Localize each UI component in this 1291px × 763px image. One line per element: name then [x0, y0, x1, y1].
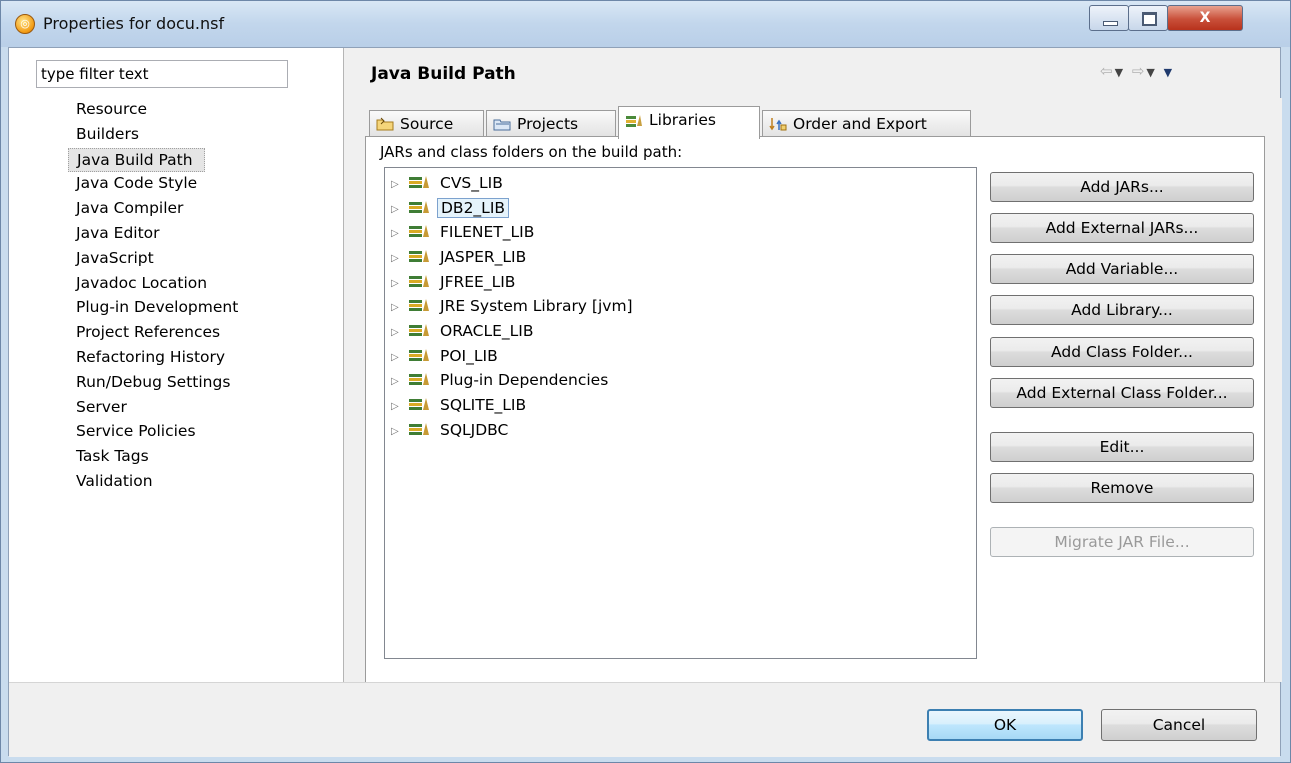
nav-item-java-compiler[interactable]: Java Compiler — [68, 197, 246, 222]
nav-item-javadoc-location[interactable]: Javadoc Location — [68, 272, 246, 297]
add-class-folder-button[interactable]: Add Class Folder... — [990, 337, 1254, 367]
tab-order-and-export[interactable]: Order and Export — [762, 110, 971, 138]
nav-item-builders[interactable]: Builders — [68, 123, 246, 148]
library-icon — [409, 299, 429, 311]
order-export-icon — [769, 118, 787, 131]
property-page-list: Resource Builders Java Build Path Java C… — [68, 98, 246, 495]
properties-dialog: ◎ Properties for docu.nsf X type filter … — [0, 0, 1291, 763]
tree-item-jre-system-library[interactable]: ▷ JRE System Library [jvm] — [391, 294, 636, 318]
expand-arrow-icon[interactable]: ▷ — [391, 247, 405, 271]
view-menu-icon[interactable]: ▼ — [1164, 66, 1174, 79]
tree-item-sqlite-lib[interactable]: ▷ SQLITE_LIB — [391, 393, 529, 417]
library-icon — [626, 115, 642, 127]
add-external-class-folder-button[interactable]: Add External Class Folder... — [990, 378, 1254, 408]
forward-arrow-icon[interactable]: ⇨ — [1132, 62, 1147, 80]
library-icon — [409, 225, 429, 237]
expand-arrow-icon[interactable]: ▷ — [391, 222, 405, 246]
tree-item-plugin-dependencies[interactable]: ▷ Plug-in Dependencies — [391, 368, 611, 392]
tab-projects[interactable]: Projects — [486, 110, 616, 138]
cancel-button[interactable]: Cancel — [1101, 709, 1257, 741]
library-icon — [409, 201, 429, 213]
back-dropdown-icon[interactable]: ▼ — [1115, 66, 1125, 79]
nav-item-plugin-development[interactable]: Plug-in Development — [68, 296, 246, 321]
nav-item-server[interactable]: Server — [68, 396, 246, 421]
nav-item-java-code-style[interactable]: Java Code Style — [68, 172, 246, 197]
title-bar[interactable]: ◎ Properties for docu.nsf X — [1, 1, 1290, 47]
tree-item-db2-lib[interactable]: ▷ DB2_LIB — [391, 196, 510, 222]
add-jars-button[interactable]: Add JARs... — [990, 172, 1254, 202]
tab-area: Source Projects Libraries Order and Expo… — [345, 98, 1282, 686]
tree-item-cvs-lib[interactable]: ▷ CVS_LIB — [391, 171, 506, 195]
property-page: Java Build Path ⇦▼ ⇨▼ ▼ Source Projects … — [345, 48, 1282, 686]
expand-arrow-icon[interactable]: ▷ — [391, 370, 405, 394]
library-icon — [409, 324, 429, 336]
close-icon: X — [1199, 10, 1211, 26]
expand-arrow-icon[interactable]: ▷ — [391, 395, 405, 419]
library-icon — [409, 176, 429, 188]
tree-item-jasper-lib[interactable]: ▷ JASPER_LIB — [391, 245, 529, 269]
expand-arrow-icon[interactable]: ▷ — [391, 296, 405, 320]
expand-arrow-icon[interactable]: ▷ — [391, 272, 405, 296]
page-title: Java Build Path — [371, 64, 516, 84]
expand-arrow-icon[interactable]: ▷ — [391, 198, 405, 222]
property-page-tree: type filter text Resource Builders Java … — [9, 48, 344, 682]
tree-item-oracle-lib[interactable]: ▷ ORACLE_LIB — [391, 319, 537, 343]
expand-arrow-icon[interactable]: ▷ — [391, 346, 405, 370]
tree-item-filenet-lib[interactable]: ▷ FILENET_LIB — [391, 220, 537, 244]
source-folder-icon — [376, 117, 394, 131]
migrate-jar-file-button[interactable]: Migrate JAR File... — [990, 527, 1254, 557]
nav-item-refactoring-history[interactable]: Refactoring History — [68, 346, 246, 371]
nav-item-java-editor[interactable]: Java Editor — [68, 222, 246, 247]
maximize-icon — [1142, 12, 1157, 26]
ok-button[interactable]: OK — [927, 709, 1083, 741]
nav-item-javascript[interactable]: JavaScript — [68, 247, 246, 272]
edit-button[interactable]: Edit... — [990, 432, 1254, 462]
tree-item-jfree-lib[interactable]: ▷ JFREE_LIB — [391, 270, 518, 294]
nav-item-validation[interactable]: Validation — [68, 470, 246, 495]
library-icon — [409, 275, 429, 287]
add-library-button[interactable]: Add Library... — [990, 295, 1254, 325]
nav-item-service-policies[interactable]: Service Policies — [68, 420, 246, 445]
remove-button[interactable]: Remove — [990, 473, 1254, 503]
libraries-tab-panel: JARs and class folders on the build path… — [365, 136, 1265, 686]
history-navigation: ⇦▼ ⇨▼ ▼ — [1100, 62, 1174, 80]
nav-item-java-build-path[interactable]: Java Build Path — [68, 147, 205, 173]
expand-arrow-icon[interactable]: ▷ — [391, 420, 405, 444]
close-button[interactable]: X — [1167, 5, 1243, 31]
dialog-footer: OK Cancel — [9, 682, 1280, 757]
library-tree[interactable]: ▷ CVS_LIB ▷ DB2_LIB ▷ FILENET_LIB ▷ JASPER_L… — [384, 167, 977, 659]
projects-folder-icon — [493, 119, 511, 131]
nav-item-resource[interactable]: Resource — [68, 98, 246, 123]
minimize-icon — [1103, 21, 1118, 26]
dialog-client-area: type filter text Resource Builders Java … — [8, 47, 1282, 757]
minimize-button[interactable] — [1089, 5, 1129, 31]
nav-item-run-debug-settings[interactable]: Run/Debug Settings — [68, 371, 246, 396]
filter-input[interactable]: type filter text — [36, 60, 288, 88]
build-path-label: JARs and class folders on the build path… — [380, 143, 683, 161]
library-icon — [409, 398, 429, 410]
library-icon — [409, 250, 429, 262]
expand-arrow-icon[interactable]: ▷ — [391, 321, 405, 345]
expand-arrow-icon[interactable]: ▷ — [391, 173, 405, 197]
library-icon — [409, 349, 429, 361]
tree-item-poi-lib[interactable]: ▷ POI_LIB — [391, 344, 501, 368]
tab-source[interactable]: Source — [369, 110, 484, 138]
nav-item-project-references[interactable]: Project References — [68, 321, 246, 346]
nav-item-task-tags[interactable]: Task Tags — [68, 445, 246, 470]
app-icon: ◎ — [15, 14, 35, 34]
back-arrow-icon[interactable]: ⇦ — [1100, 62, 1115, 80]
library-icon — [409, 373, 429, 385]
add-variable-button[interactable]: Add Variable... — [990, 254, 1254, 284]
window-title: Properties for docu.nsf — [43, 14, 225, 33]
forward-dropdown-icon[interactable]: ▼ — [1146, 66, 1156, 79]
tree-item-sqljdbc[interactable]: ▷ SQLJDBC — [391, 418, 511, 442]
tab-libraries[interactable]: Libraries — [618, 106, 760, 139]
add-external-jars-button[interactable]: Add External JARs... — [990, 213, 1254, 243]
library-icon — [409, 423, 429, 435]
maximize-button[interactable] — [1128, 5, 1168, 31]
